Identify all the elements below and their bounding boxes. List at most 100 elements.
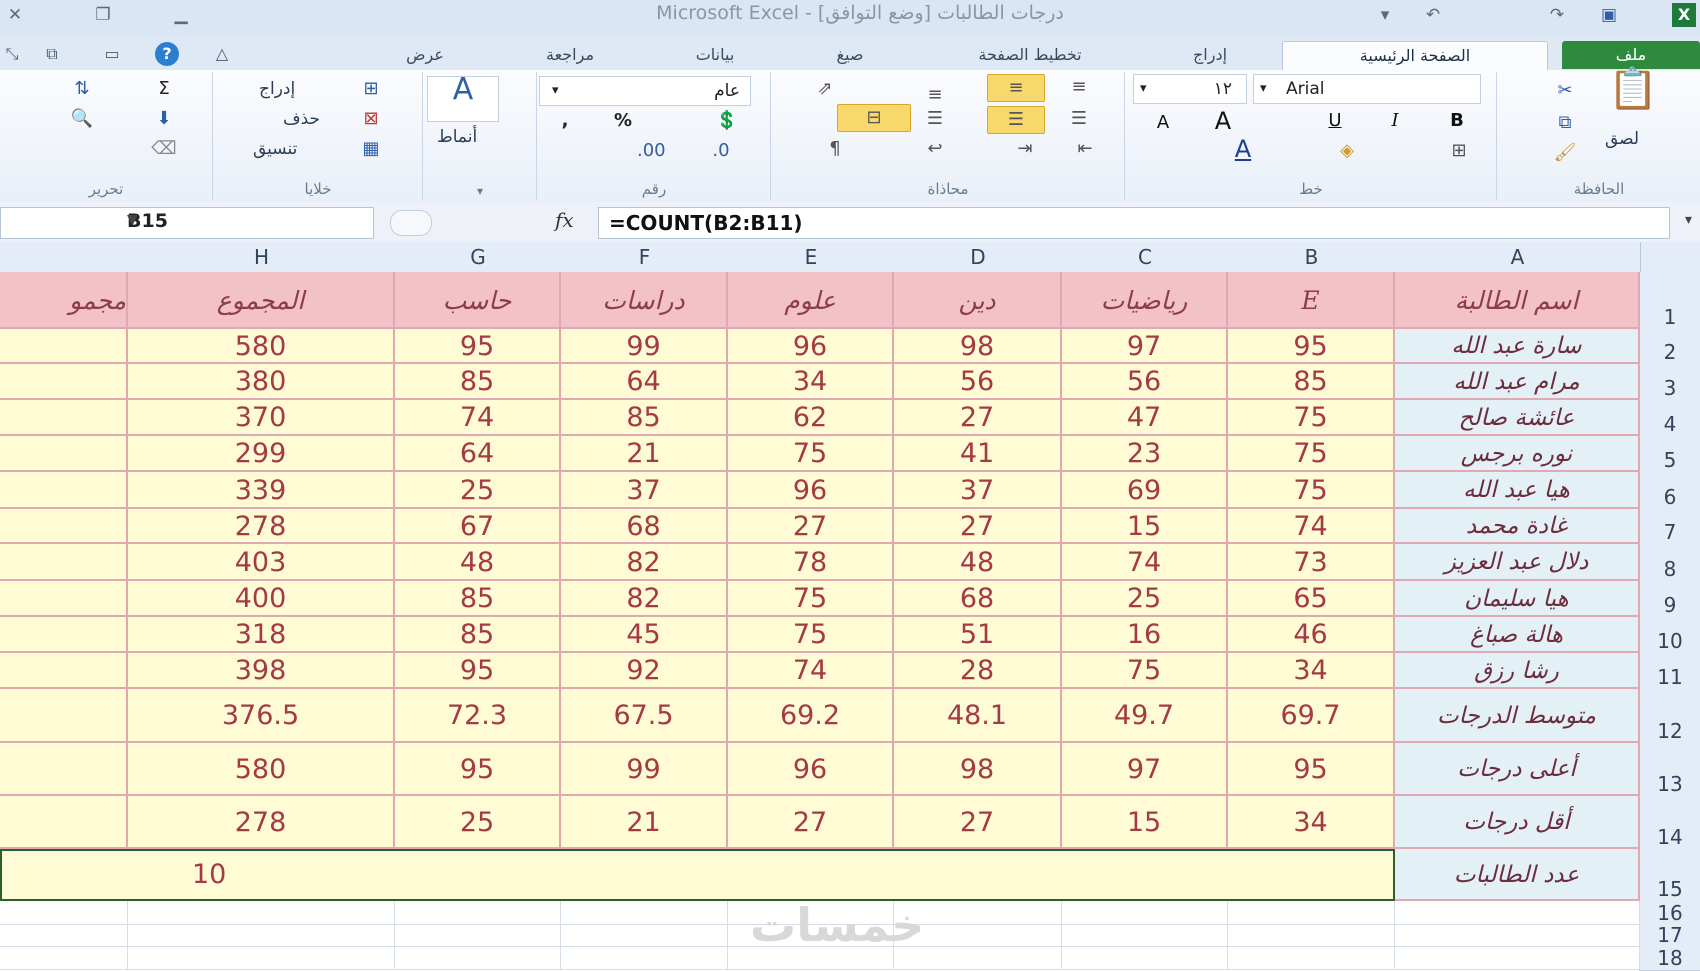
- score-cell[interactable]: 68: [561, 509, 728, 544]
- student-name-cell[interactable]: هالة صباغ: [1395, 617, 1640, 653]
- cell-empty[interactable]: [395, 901, 561, 925]
- minimize-window-icon[interactable]: ▁: [168, 3, 194, 27]
- cell-empty[interactable]: [0, 653, 128, 689]
- chevron-down-icon[interactable]: ▼: [127, 212, 361, 228]
- header-cell[interactable]: دراسات: [561, 272, 728, 329]
- cell-empty[interactable]: [0, 581, 128, 617]
- cell-empty[interactable]: [0, 472, 128, 509]
- cell-empty[interactable]: [128, 901, 395, 925]
- cell-empty[interactable]: [1062, 947, 1228, 970]
- row-header[interactable]: 12: [1639, 689, 1700, 744]
- summary-label-cell[interactable]: متوسط الدرجات: [1395, 689, 1640, 743]
- format-cells-button[interactable]: تنسيق: [253, 136, 297, 162]
- summary-label-cell[interactable]: أقل درجات: [1395, 796, 1640, 849]
- cut-icon[interactable]: ✂: [1551, 78, 1579, 104]
- cell-empty[interactable]: [0, 436, 128, 472]
- summary-label-cell[interactable]: أعلى درجات: [1395, 743, 1640, 796]
- score-cell[interactable]: 64: [395, 436, 561, 472]
- cell-empty[interactable]: [0, 400, 128, 436]
- row-header[interactable]: 14: [1639, 796, 1700, 850]
- summary-value-cell[interactable]: 34: [1228, 796, 1395, 849]
- summary-value-cell[interactable]: 96: [728, 743, 894, 796]
- cell-empty[interactable]: [0, 689, 128, 743]
- merge-center-icon[interactable]: ⊟: [837, 104, 911, 132]
- expand-formula-bar-icon[interactable]: ▾: [1685, 212, 1692, 228]
- summary-value-cell[interactable]: 98: [894, 743, 1062, 796]
- wrap-text-icon[interactable]: ↩: [921, 136, 949, 162]
- score-cell[interactable]: 23: [1062, 436, 1228, 472]
- score-cell[interactable]: 34: [1228, 653, 1395, 689]
- help-icon[interactable]: ?: [155, 42, 179, 66]
- row-header[interactable]: 13: [1639, 743, 1700, 797]
- score-cell[interactable]: 21: [561, 436, 728, 472]
- customize-toolbar-icon[interactable]: ▾: [1372, 3, 1398, 27]
- score-cell[interactable]: 75: [1228, 472, 1395, 509]
- column-header-f[interactable]: F: [561, 242, 729, 273]
- score-cell[interactable]: 398: [128, 653, 395, 689]
- column-header[interactable]: [0, 242, 129, 273]
- score-cell[interactable]: 85: [395, 617, 561, 653]
- score-cell[interactable]: 98: [894, 329, 1062, 364]
- cell-empty[interactable]: [0, 617, 128, 653]
- student-name-cell[interactable]: هيا سليمان: [1395, 581, 1640, 617]
- count-value-cell[interactable]: 10: [0, 849, 1395, 901]
- header-cell[interactable]: حاسب: [395, 272, 561, 329]
- restore-icon[interactable]: ▭: [100, 42, 124, 66]
- clear-icon[interactable]: ⌫: [150, 136, 178, 162]
- score-cell[interactable]: 25: [395, 472, 561, 509]
- row-header[interactable]: 8: [1639, 544, 1700, 582]
- styles-button[interactable]: أنماط: [437, 124, 477, 150]
- cell-empty[interactable]: [128, 925, 395, 947]
- score-cell[interactable]: 27: [894, 400, 1062, 436]
- cell-empty[interactable]: [0, 509, 128, 544]
- score-cell[interactable]: 370: [128, 400, 395, 436]
- score-cell[interactable]: 46: [1228, 617, 1395, 653]
- cell-empty[interactable]: [1062, 901, 1228, 925]
- align-left-icon[interactable]: ☰: [921, 106, 949, 132]
- row-header[interactable]: 5: [1639, 436, 1700, 473]
- cell-empty[interactable]: [395, 925, 561, 947]
- cell-empty[interactable]: [1228, 901, 1395, 925]
- header-cell-truncated[interactable]: مجمو: [0, 272, 128, 329]
- tab-file[interactable]: ملف: [1562, 41, 1700, 69]
- header-cell[interactable]: دين: [894, 272, 1062, 329]
- column-header-a[interactable]: A: [1395, 242, 1641, 273]
- summary-value-cell[interactable]: 99: [561, 743, 728, 796]
- column-header-c[interactable]: C: [1062, 242, 1229, 273]
- window-controls-icon[interactable]: ⤡: [0, 42, 24, 66]
- score-cell[interactable]: 400: [128, 581, 395, 617]
- currency-format-icon[interactable]: 💲: [713, 108, 741, 134]
- summary-value-cell[interactable]: 95: [1228, 743, 1395, 796]
- summary-value-cell[interactable]: 69.2: [728, 689, 894, 743]
- summary-value-cell[interactable]: 69.7: [1228, 689, 1395, 743]
- score-cell[interactable]: 37: [894, 472, 1062, 509]
- score-cell[interactable]: 62: [728, 400, 894, 436]
- score-cell[interactable]: 56: [1062, 364, 1228, 400]
- cell-empty[interactable]: [1062, 925, 1228, 947]
- score-cell[interactable]: 95: [1228, 329, 1395, 364]
- cell-empty[interactable]: [0, 743, 128, 796]
- score-cell[interactable]: 28: [894, 653, 1062, 689]
- cell-empty[interactable]: [0, 329, 128, 364]
- comma-style-icon[interactable]: ,: [551, 108, 579, 134]
- tab-page-layout[interactable]: تخطيط الصفحة: [930, 41, 1130, 69]
- tab-view[interactable]: عرض: [370, 41, 480, 69]
- insert-cells-button[interactable]: إدراج: [259, 76, 295, 102]
- score-cell[interactable]: 75: [728, 436, 894, 472]
- column-header-e[interactable]: E: [728, 242, 895, 273]
- format-cells-icon[interactable]: ▦: [357, 136, 385, 162]
- score-cell[interactable]: 96: [728, 472, 894, 509]
- summary-value-cell[interactable]: 25: [395, 796, 561, 849]
- tab-insert[interactable]: إدراج: [1150, 41, 1270, 69]
- decrease-indent-icon[interactable]: ⇤: [1071, 136, 1099, 162]
- column-header-g[interactable]: G: [395, 242, 562, 273]
- score-cell[interactable]: 75: [1228, 436, 1395, 472]
- score-cell[interactable]: 82: [561, 581, 728, 617]
- increase-indent-icon[interactable]: ⇥: [1011, 136, 1039, 162]
- number-format-select[interactable]: ▾ عام: [539, 76, 751, 106]
- borders-icon[interactable]: ⊞: [1445, 138, 1473, 164]
- cell-empty[interactable]: [128, 947, 395, 970]
- student-name-cell[interactable]: نوره برجس: [1395, 436, 1640, 472]
- font-color-icon[interactable]: A: [1229, 136, 1257, 162]
- score-cell[interactable]: 27: [728, 509, 894, 544]
